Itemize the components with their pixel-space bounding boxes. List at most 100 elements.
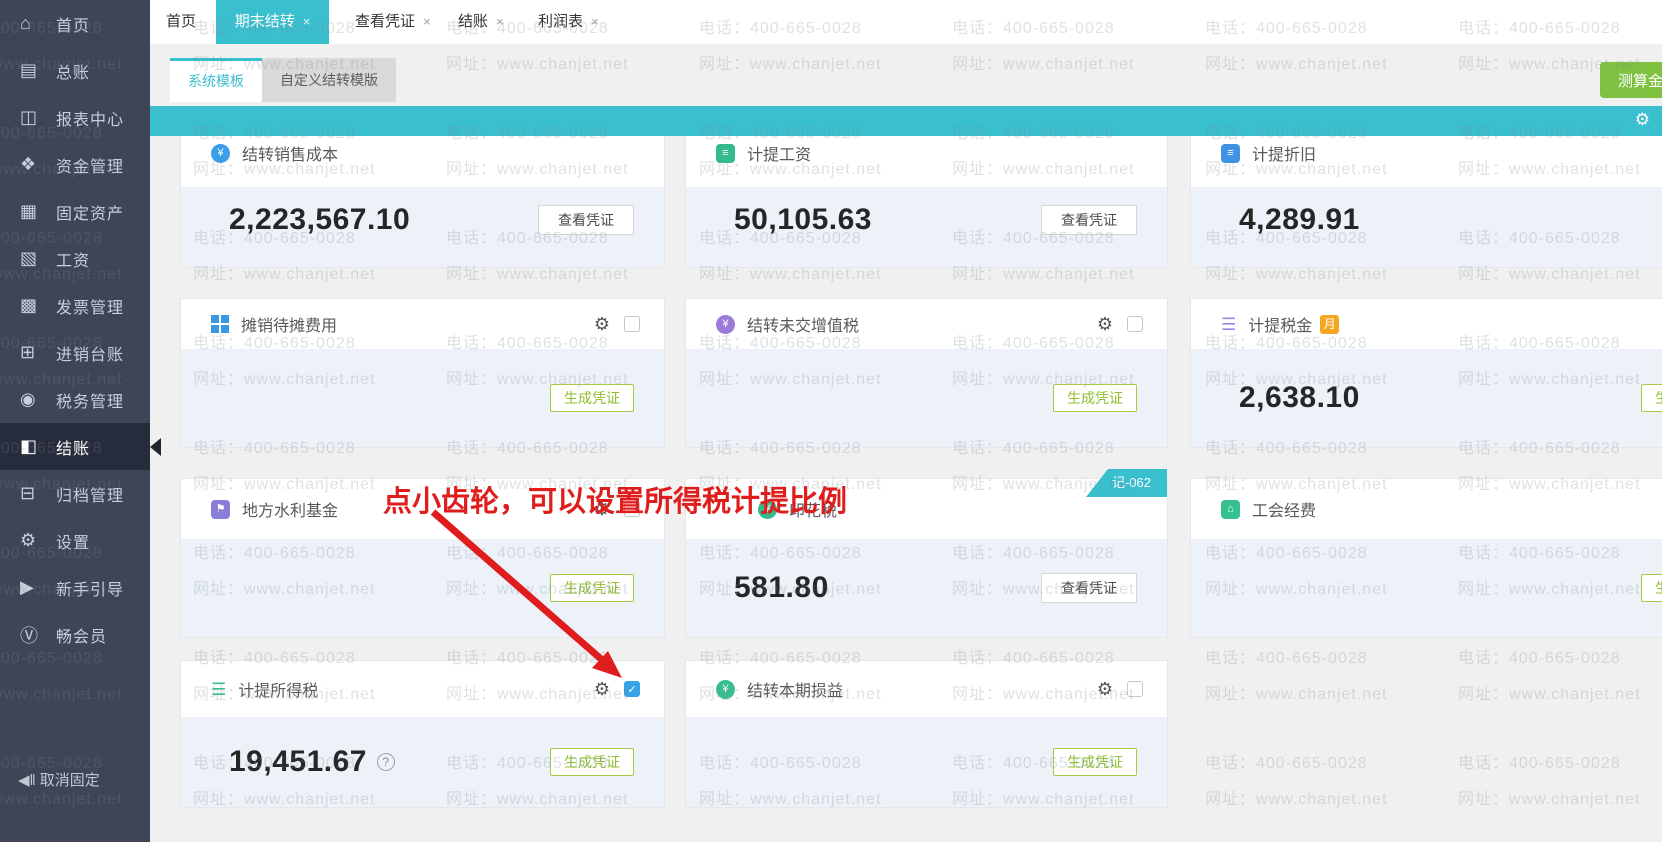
card-carry-forward-vat: ¥ 结转未交增值税 ⚙ 生成凭证 [685,298,1168,448]
sidebar-item-purchase-sales[interactable]: ⊞进销台账 [0,329,150,376]
card-accrue-income-tax: ☰ 计提所得税 ⚙ ✓ 19,451.67? 生成凭证 [180,660,665,808]
tab-home[interactable]: 首页 [166,0,196,44]
amount-text: 19,451.67 [229,745,367,779]
close-icon[interactable]: × [591,14,599,29]
closing-icon: ◧ [20,436,46,457]
close-icon[interactable]: × [303,14,311,29]
sidebar-item-tax[interactable]: ◉税务管理 [0,376,150,423]
card-title: 结转销售成本 [242,141,338,165]
generate-voucher-button[interactable]: 生成凭证 [550,384,634,412]
card-local-water-fund: ⚑ 地方水利基金 ⚙ 生成凭证 [180,478,665,638]
active-item-arrow [150,438,161,456]
sidebar-item-label: 新手引导 [56,576,124,600]
sidebar-item-label: 进销台账 [56,341,124,365]
coins-icon: ☰ [211,681,226,698]
sidebar-item-label: 总账 [56,59,90,83]
sidebar: ⌂首页 ▤ 总账 ◫报表中心 ❖资金管理 ▦固定资产 ▧工资 ▩发票管理 ⊞进销台… [0,0,150,842]
card-amount: 2,223,567.10 [229,203,410,237]
tab-period-end-carryover[interactable]: 期末结转× [216,0,329,44]
card-amount: 19,451.67? [229,745,395,779]
sidebar-item-label: 发票管理 [56,294,124,318]
card-title: 工会经费 [1252,497,1316,521]
gear-icon: ⚙ [20,530,46,551]
generate-voucher-button[interactable]: 生成凭证 [550,574,634,602]
card-title: 结转未交增值税 [747,312,859,336]
sidebar-item-report-center[interactable]: ◫报表中心 [0,94,150,141]
toolbar-teal-bar: ⚙ [150,106,1662,136]
generate-voucher-button[interactable]: 生成凭证 [1641,384,1662,412]
card-title: 计提工资 [747,141,811,165]
card-title: 计提所得税 [238,677,318,701]
unpin-button[interactable]: ◀‖取消固定 [18,769,100,790]
generate-voucher-button[interactable]: 生成凭证 [1053,384,1137,412]
sidebar-item-member[interactable]: Ⓥ畅会员 [0,611,150,658]
coins-icon: ☰ [1221,316,1236,333]
card-title: 摊销待摊费用 [241,312,337,336]
tab-profit-statement[interactable]: 利润表 × [538,0,599,44]
sidebar-item-general-ledger[interactable]: ▤ 总账 [0,47,150,94]
generate-voucher-button[interactable]: 生成凭证 [1053,748,1137,776]
grid-icon [211,315,229,333]
stamp-tax-icon: ¥ [758,500,777,519]
card-title: 印花税 [789,497,837,521]
sidebar-item-guide[interactable]: ▶ 新手引导 [0,564,150,611]
subtab-system-template[interactable]: 系统模板 [170,58,262,102]
card-amount: 50,105.63 [734,203,872,237]
sidebar-item-invoice[interactable]: ▩发票管理 [0,282,150,329]
gear-icon[interactable]: ⚙ [594,500,610,518]
tab-view-voucher[interactable]: 查看凭证× [355,0,431,44]
card-title: 地方水利基金 [242,497,338,521]
sidebar-item-label: 首页 [56,12,90,36]
card-accrue-depreciation: ≡计提折旧 4,289.91 [1190,118,1662,268]
close-icon[interactable]: × [496,14,504,29]
income-tax-gear-icon[interactable]: ⚙ [594,680,610,698]
estimate-amount-button[interactable]: 测算金额 [1600,62,1662,98]
sidebar-item-label: 资金管理 [56,153,124,177]
card-accrue-salary: ≡计提工资 50,105.63查看凭证 [685,118,1168,268]
moneybag-icon: ¥ [716,315,735,334]
gear-icon[interactable]: ⚙ [1097,680,1113,698]
generate-voucher-button[interactable]: 生成凭证 [1641,574,1662,602]
moneybag-icon: ¥ [716,680,735,699]
gear-icon[interactable]: ⚙ [1097,315,1113,333]
view-voucher-button[interactable]: 查看凭证 [538,205,634,235]
view-voucher-button[interactable]: 查看凭证 [1041,573,1137,603]
sidebar-item-funds[interactable]: ❖资金管理 [0,141,150,188]
sidebar-item-closing[interactable]: ◧结账 [0,423,150,470]
sidebar-item-label: 工资 [56,247,90,271]
tab-bar: 首页 期末结转× 查看凭证× 结账 × 利润表 × [150,0,1662,44]
sidebar-item-fixed-assets[interactable]: ▦固定资产 [0,188,150,235]
subtab-custom-template[interactable]: 自定义结转模版 [262,58,396,102]
chart-icon: ◫ [20,107,46,128]
sidebar-item-label: 设置 [56,529,90,553]
checkbox-checked[interactable]: ✓ [624,681,640,697]
card-title: 结转本期损益 [747,677,843,701]
archive-icon: ⊟ [20,483,46,504]
play-icon: ▶ [20,577,46,598]
settings-gear-icon[interactable]: ⚙ [1635,110,1650,130]
tab-closing[interactable]: 结账 × [458,0,504,44]
sidebar-item-salary[interactable]: ▧工资 [0,235,150,282]
sidebar-item-label: 畅会员 [56,623,107,647]
voucher-number-ribbon[interactable]: 记-062 [1086,469,1167,497]
card-carry-forward-sales-cost: ¥结转销售成本 2,223,567.10查看凭证 [180,118,665,268]
checkbox-unchecked[interactable] [1127,681,1143,697]
checkbox-unchecked[interactable] [1127,316,1143,332]
main-content: 首页 期末结转× 查看凭证× 结账× 利润表× 系统模板 自定义结转模版 测算金… [150,0,1662,842]
card-accrue-tax: ☰ 计提税金 月 2,638.10生成凭证 [1190,298,1662,448]
close-icon[interactable]: × [423,14,431,29]
sidebar-item-settings[interactable]: ⚙ 设置 [0,517,150,564]
sidebar-item-archive[interactable]: ⊟归档管理 [0,470,150,517]
gear-icon[interactable]: ⚙ [594,315,610,333]
sidebar-item-home[interactable]: ⌂首页 [0,0,150,47]
help-icon[interactable]: ? [377,753,395,771]
checkbox-unchecked[interactable] [624,316,640,332]
card-amount: 581.80 [734,571,829,605]
view-voucher-button[interactable]: 查看凭证 [1041,205,1137,235]
ledger-icon: ▤ [20,60,46,81]
generate-voucher-button[interactable]: 生成凭证 [550,748,634,776]
tab-label: 利润表 [538,13,583,30]
checkbox-unchecked[interactable] [624,501,640,517]
tab-label: 结账 [458,13,488,30]
unpin-label: 取消固定 [40,769,100,790]
